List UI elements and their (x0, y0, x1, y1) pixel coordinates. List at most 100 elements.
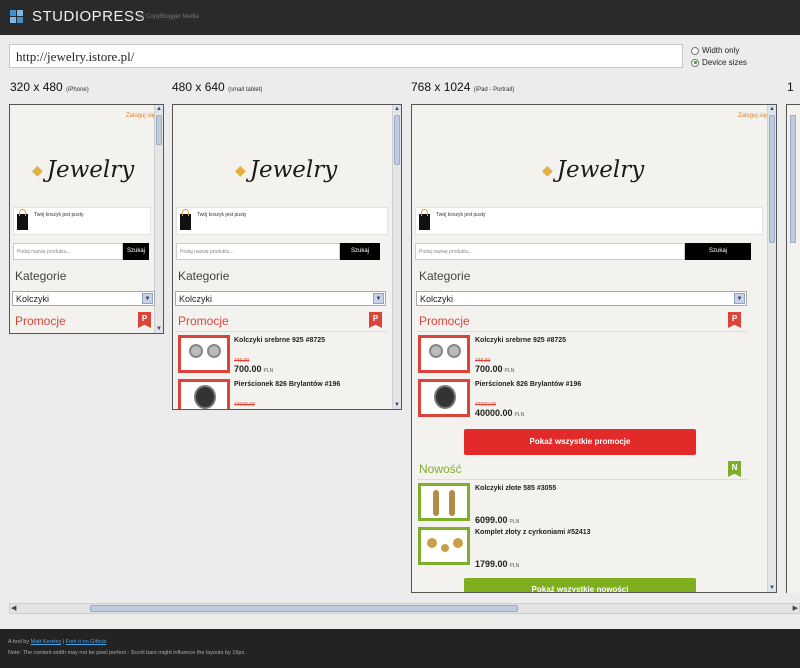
logo-text: Jewelry (556, 157, 645, 183)
product-thumbnail[interactable] (418, 335, 470, 373)
url-input[interactable]: http://jewelry.istore.pl/ (9, 44, 683, 68)
divider (417, 479, 747, 480)
product-name[interactable]: Pierścionek 826 Brylantów #196 (234, 381, 340, 388)
device-frame-partial[interactable] (786, 104, 800, 593)
scrollbar-thumb[interactable] (769, 115, 775, 243)
show-all-promo-button[interactable]: Pokaż wszystkie promocje (464, 429, 696, 455)
vertical-scrollbar[interactable]: ▲ ▼ (392, 105, 401, 409)
search-button[interactable]: Szukaj (340, 243, 380, 260)
device-label-ipad: 768 x 1024 (iPad - Portrait) (411, 80, 514, 94)
width-only-option[interactable]: Width only (691, 46, 739, 55)
shopping-bag-icon (17, 209, 28, 230)
product-thumbnail[interactable] (418, 483, 470, 521)
divider (176, 331, 388, 332)
show-all-new-button[interactable]: Pokaż wszystkie nowości (464, 578, 696, 592)
top-bar: STUDIOPRESS by CopyBlogger Media (0, 0, 800, 35)
divider (417, 331, 747, 332)
width-only-label: Width only (702, 46, 740, 55)
promo-badge-icon: P (369, 312, 382, 328)
search-button[interactable]: Szukaj (685, 243, 751, 260)
scroll-up-icon[interactable]: ▲ (393, 105, 401, 113)
cart-box[interactable]: Twój koszyk jest pusty (176, 207, 388, 235)
earrings-icon (207, 344, 221, 358)
category-select[interactable]: Kolczyki ▼ (416, 291, 747, 306)
promo-badge-icon: P (138, 312, 151, 328)
product-price: 700.00 PLN (234, 364, 274, 374)
product-thumbnail[interactable] (418, 379, 470, 417)
device-size: 768 x 1024 (411, 80, 471, 94)
product-name[interactable]: Kolczyki srebrne 925 #8725 (475, 337, 566, 344)
chevron-down-icon[interactable]: ▼ (142, 293, 153, 304)
cart-box[interactable]: Twój koszyk jest pusty (13, 207, 151, 235)
radio-icon[interactable] (691, 46, 699, 55)
scrollbar-thumb[interactable] (394, 115, 400, 165)
search-input[interactable]: Podaj nazwę produktu... (415, 243, 685, 260)
categories-heading: Kategorie (419, 269, 471, 283)
jewelry-set-icon (441, 544, 449, 552)
author-link[interactable]: Matt Kersley (31, 639, 62, 645)
category-select[interactable]: Kolczyki ▼ (175, 291, 386, 306)
ring-icon (434, 385, 456, 409)
store-logo[interactable]: ◆ Jewelry (235, 157, 337, 183)
vertical-scrollbar[interactable]: ▲ ▼ (767, 105, 776, 592)
footer-credits: A tool by Matt Kersley | Fork it on Gith… (8, 639, 106, 645)
horizontal-scrollbar[interactable]: ◀ ▶ (9, 603, 800, 614)
category-selected: Kolczyki (420, 294, 454, 304)
scrollbar-thumb[interactable] (790, 115, 796, 243)
promo-heading: Promocje (15, 314, 66, 328)
scroll-left-icon[interactable]: ◀ (11, 604, 16, 612)
device-frame-ipad[interactable]: ▲ ▼ Zaloguj się ◆ Jewelry Twój koszyk je… (411, 104, 777, 593)
chevron-down-icon[interactable]: ▼ (734, 293, 745, 304)
product-name[interactable]: Kolczyki złote 585 #3055 (475, 485, 556, 492)
category-select[interactable]: Kolczyki ▼ (12, 291, 155, 306)
jewelry-set-icon (453, 538, 463, 548)
product-name[interactable]: Kolczyki srebrne 925 #8725 (234, 337, 325, 344)
category-selected: Kolczyki (179, 294, 213, 304)
scroll-down-icon[interactable]: ▼ (393, 401, 401, 409)
cart-box[interactable]: Twój koszyk jest pusty (415, 207, 763, 235)
store-logo[interactable]: ◆ Jewelry (32, 157, 134, 183)
logo-text: Jewelry (249, 157, 338, 183)
vertical-scrollbar[interactable]: ▲ ▼ (154, 105, 163, 333)
device-label-iphone: 320 x 480 (iPhone) (10, 80, 89, 94)
login-link[interactable]: Zaloguj się (738, 113, 767, 119)
device-frame-small-tablet[interactable]: ▲ ▼ ◆ Jewelry Twój koszyk jest pusty Pod… (172, 104, 402, 410)
categories-heading: Kategorie (178, 269, 230, 283)
product-thumbnail[interactable] (178, 379, 230, 409)
scroll-right-icon[interactable]: ▶ (793, 604, 798, 612)
product-price: 700.00 PLN (475, 364, 515, 374)
new-heading: Nowość (419, 462, 462, 476)
product-thumbnail[interactable] (178, 335, 230, 373)
diamond-icon: ◆ (32, 161, 43, 178)
search-input[interactable]: Podaj nazwę produktu... (13, 243, 123, 260)
product-old-price: 47000,00 (234, 402, 255, 408)
device-name: (iPhone) (66, 87, 89, 93)
logo-text: Jewelry (46, 157, 135, 183)
device-sizes-option[interactable]: Device sizes (691, 58, 747, 67)
new-badge-icon: N (728, 461, 741, 477)
categories-heading: Kategorie (15, 269, 67, 283)
horizontal-scrollbar-thumb[interactable] (90, 605, 518, 612)
scroll-up-icon[interactable]: ▲ (155, 105, 163, 113)
cart-status: Twój koszyk jest pusty (197, 212, 247, 218)
radio-selected-icon[interactable] (691, 58, 699, 67)
scrollbar-thumb[interactable] (156, 115, 162, 145)
scroll-down-icon[interactable]: ▼ (155, 325, 163, 333)
device-name: (small tablet) (228, 87, 263, 93)
search-input[interactable]: Podaj nazwę produktu... (176, 243, 340, 260)
chevron-down-icon[interactable]: ▼ (373, 293, 384, 304)
footer: A tool by Matt Kersley | Fork it on Gith… (0, 629, 800, 668)
footer-note: Note: The content width may not be pixel… (8, 650, 246, 656)
search-button[interactable]: Szukaj (123, 243, 149, 260)
device-frame-iphone[interactable]: ▲ ▼ Zaloguj się ◆ Jewelry Twój koszyk je… (9, 104, 164, 334)
login-link[interactable]: Zaloguj się (126, 113, 155, 119)
scroll-down-icon[interactable]: ▼ (768, 584, 776, 592)
product-thumbnail[interactable] (418, 527, 470, 565)
fork-link[interactable]: Fork it on Github (66, 639, 107, 645)
product-name[interactable]: Pierścionek 826 Brylantów #196 (475, 381, 581, 388)
product-name[interactable]: Komplet złoty z cyrkoniami #52413 (475, 529, 591, 536)
cart-status: Twój koszyk jest pusty (34, 212, 84, 218)
scroll-up-icon[interactable]: ▲ (768, 105, 776, 113)
store-logo[interactable]: ◆ Jewelry (542, 157, 644, 183)
footer-separator: | (62, 639, 65, 645)
